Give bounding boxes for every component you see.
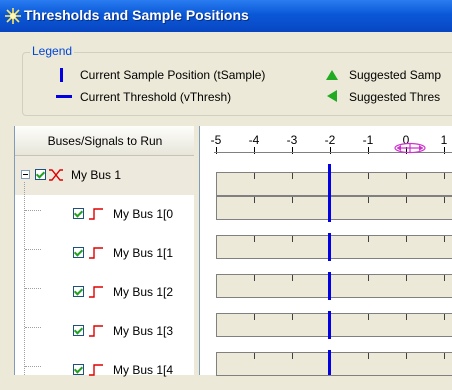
track-tick <box>292 197 293 203</box>
child-checkbox[interactable] <box>73 286 84 297</box>
child-checkbox[interactable] <box>73 325 84 336</box>
column-header-buses-signals[interactable]: Buses/Signals to Run <box>15 126 195 156</box>
track-tick <box>444 275 445 281</box>
child-checkbox[interactable] <box>73 247 84 258</box>
track-tick <box>292 275 293 281</box>
track-tick <box>406 275 407 281</box>
track-tick <box>406 314 407 320</box>
sample-position-marker-icon[interactable] <box>393 142 427 154</box>
track-tick <box>292 173 293 179</box>
track-tick <box>292 236 293 242</box>
tree-item-root[interactable]: My Bus 1 <box>15 156 195 195</box>
app-icon <box>5 8 21 24</box>
scale-tick-label: -2 <box>324 133 336 147</box>
track-tick <box>368 314 369 320</box>
legend-item-suggested-threshold: Suggested Thres <box>349 90 441 104</box>
legend-item-suggested-sample: Suggested Samp <box>349 68 442 82</box>
signal-track[interactable] <box>216 352 452 376</box>
threshold-marker[interactable] <box>328 311 331 339</box>
legend-item-sample-position: Current Sample Position (tSample) <box>80 68 266 82</box>
track-tick <box>254 173 255 179</box>
tree-connector-branch <box>25 366 41 367</box>
threshold-marker[interactable] <box>328 194 331 222</box>
child-checkbox[interactable] <box>73 208 84 219</box>
track-tick <box>254 275 255 281</box>
signal-icon <box>89 325 103 337</box>
tree-item-label: My Bus 1[1 <box>113 246 174 260</box>
child-checkbox[interactable] <box>73 364 84 375</box>
track-tick <box>406 197 407 203</box>
track-tick <box>368 275 369 281</box>
track-tick <box>254 314 255 320</box>
signal-icon <box>89 247 103 259</box>
signal-icon <box>89 364 103 376</box>
signal-track[interactable] <box>216 274 452 298</box>
legend-group <box>22 52 452 116</box>
signal-icon <box>89 208 103 220</box>
threshold-marker[interactable] <box>328 272 331 300</box>
scale-tick-label: -3 <box>286 133 298 147</box>
signal-track-root[interactable] <box>216 172 452 196</box>
track-tick <box>368 197 369 203</box>
legend-title: Legend <box>30 44 75 58</box>
vertical-bar-icon <box>60 68 63 82</box>
tree-item-child[interactable]: My Bus 1[2 <box>15 273 195 312</box>
root-checkbox[interactable] <box>35 169 46 180</box>
tree-item-child[interactable]: My Bus 1[0 <box>15 195 195 234</box>
window-title: Thresholds and Sample Positions <box>24 7 249 23</box>
signal-icon <box>89 286 103 298</box>
tree-connector-branch <box>25 288 41 289</box>
track-tick <box>368 236 369 242</box>
tree-item-child[interactable]: My Bus 1[4 <box>15 351 195 390</box>
track-tick <box>254 236 255 242</box>
track-tick <box>292 353 293 359</box>
scale-tick-label: -1 <box>362 133 374 147</box>
tree-item-child[interactable]: My Bus 1[1 <box>15 234 195 273</box>
tree-connector-branch <box>25 327 41 328</box>
track-tick <box>368 173 369 179</box>
tree-item-label: My Bus 1[2 <box>113 285 174 299</box>
threshold-marker[interactable] <box>328 350 331 375</box>
tree-item-label: My Bus 1[3 <box>113 324 174 338</box>
signal-track[interactable] <box>216 235 452 259</box>
track-tick <box>254 353 255 359</box>
scale-tick-label: -5 <box>210 133 222 147</box>
track-tick <box>292 314 293 320</box>
up-triangle-icon <box>326 70 338 80</box>
tree-item-child[interactable]: My Bus 1[3 <box>15 312 195 351</box>
track-tick <box>254 197 255 203</box>
track-tick <box>406 173 407 179</box>
tree-connector-branch <box>25 210 41 211</box>
signal-track[interactable] <box>216 313 452 337</box>
horizontal-bar-icon <box>56 95 72 98</box>
bus-icon <box>49 169 63 181</box>
tree-item-label: My Bus 1 <box>71 168 122 182</box>
track-tick <box>368 353 369 359</box>
track-tick <box>444 173 445 179</box>
scale-tick-label: 1 <box>440 133 448 147</box>
track-tick <box>406 236 407 242</box>
left-triangle-icon <box>327 90 337 102</box>
collapse-toggle-icon[interactable] <box>21 170 30 179</box>
tree-item-label: My Bus 1[0 <box>113 207 174 221</box>
signal-track[interactable] <box>216 196 452 220</box>
threshold-marker[interactable] <box>328 233 331 261</box>
signals-tree[interactable]: Buses/Signals to Run My Bus 1 My Bus 1[0… <box>14 126 195 377</box>
threshold-marker[interactable] <box>328 164 331 196</box>
track-tick <box>406 353 407 359</box>
track-tick <box>444 353 445 359</box>
tree-connector-branch <box>25 249 41 250</box>
title-bar[interactable]: Thresholds and Sample Positions <box>0 0 452 32</box>
track-tick <box>444 314 445 320</box>
track-tick <box>444 236 445 242</box>
scale-tick-label: -4 <box>248 133 260 147</box>
legend-item-threshold: Current Threshold (vThresh) <box>80 90 232 104</box>
track-tick <box>444 197 445 203</box>
